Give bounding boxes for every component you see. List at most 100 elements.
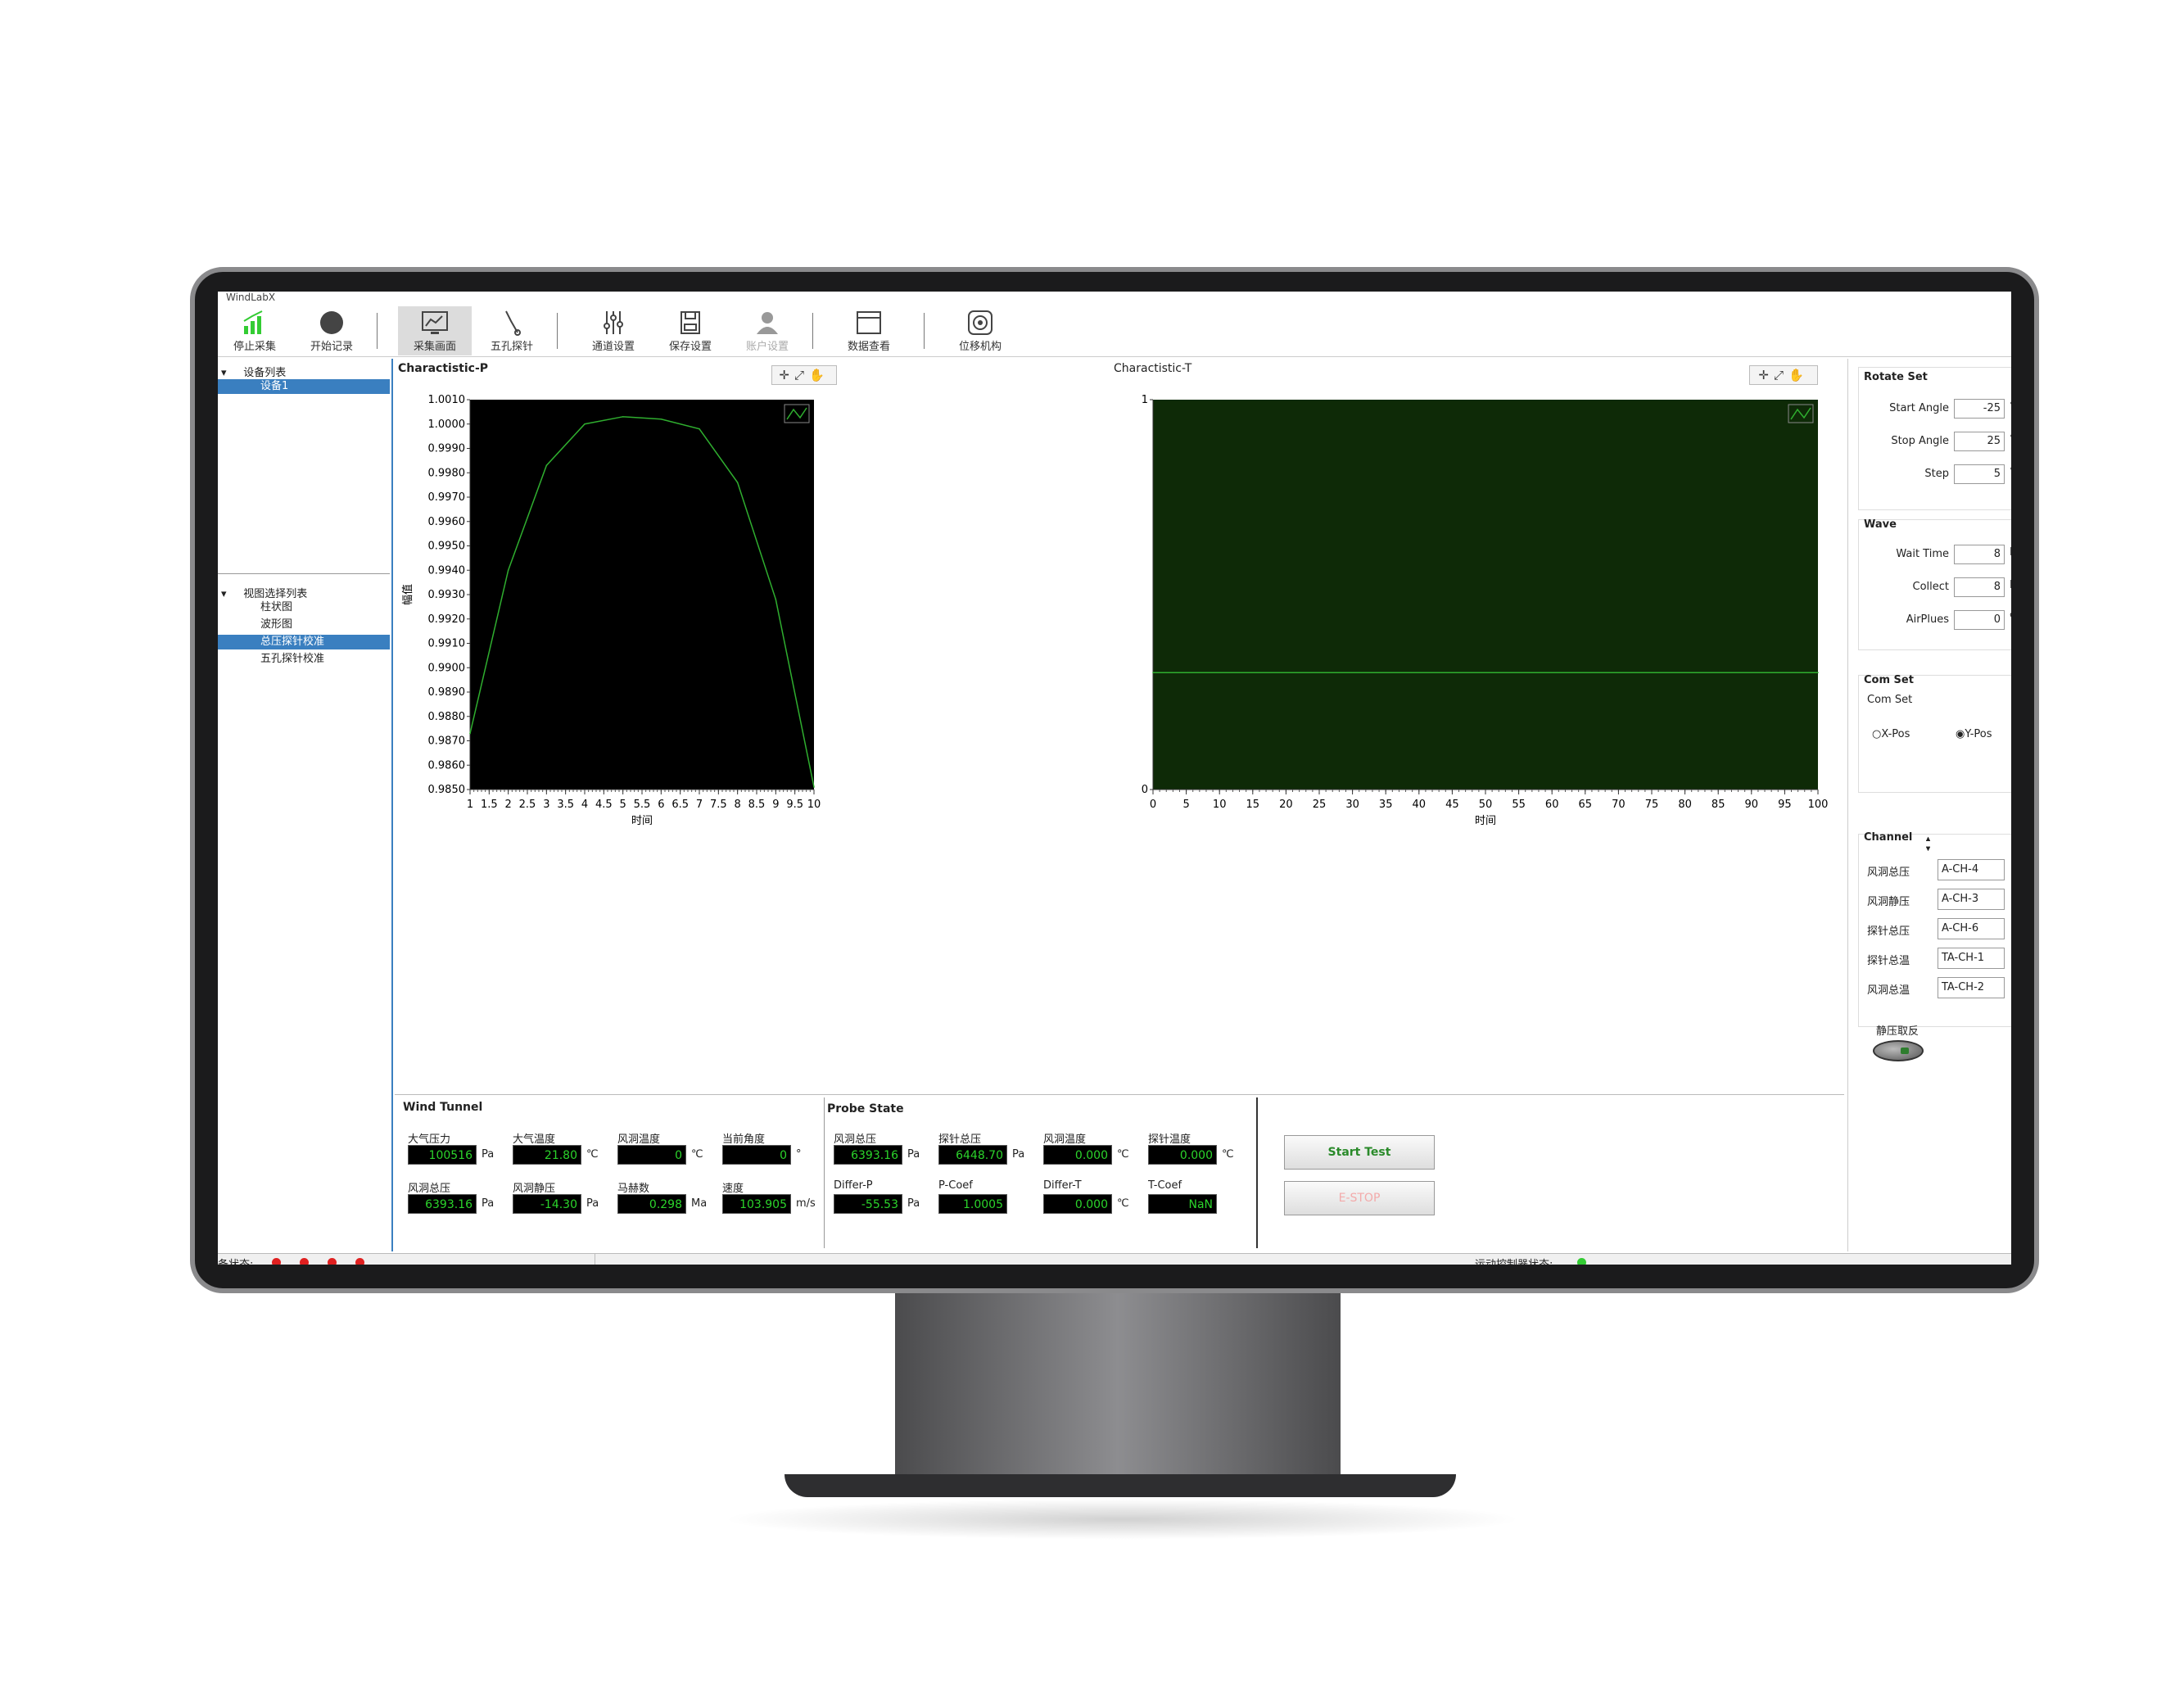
status-bar: 备状态: 运动控制器状态:: [218, 1253, 2011, 1265]
rotate-set-unit: °: [2010, 433, 2011, 446]
data-point: [584, 423, 586, 425]
y-tick-label: 1.0000: [428, 419, 466, 431]
view-item-total-pressure-probe[interactable]: 总压探针校准: [218, 635, 390, 649]
save-settings-button[interactable]: 保存设置: [653, 306, 727, 355]
status-dot-red: [272, 1258, 281, 1265]
rotate-set-label: Stop Angle: [1891, 435, 1949, 447]
probe-state-field-value: NaN: [1148, 1194, 1217, 1214]
channel-group: Channel 风洞总压 ▴ ▾ A-CH-4 风洞静压 ▴ ▾ A-CH-3 探针总压 ▴ …: [1858, 831, 2011, 1027]
wind-tunnel-field-label: 风洞温度: [617, 1134, 661, 1146]
x-tick-label: 50: [1479, 799, 1493, 811]
right-settings-panel: Rotate Set Start Angle -25 ° Stop Angle 25 ° S…: [1847, 359, 2011, 1251]
wind-tunnel-field-unit: °: [796, 1148, 802, 1161]
chart-t-area: Charactistic-T ✛⤢✋ 0 1 0 5 10 15 20 25 30 35 40 45 5…: [1110, 359, 1831, 891]
wave-label: Collect: [1912, 581, 1950, 593]
monitor-shadow: [721, 1499, 1523, 1540]
data-point: [545, 464, 548, 467]
probe-state-field-unit: ℃: [1117, 1197, 1129, 1210]
acquisition-view-button[interactable]: 采集画面: [398, 306, 472, 355]
view-item-bar[interactable]: 柱状图: [218, 600, 390, 615]
stop-acquisition-button[interactable]: 停止采集: [218, 306, 292, 355]
window-icon: [855, 310, 883, 336]
data-view-button[interactable]: 数据查看: [832, 306, 906, 355]
channel-label: 风洞静压: [1867, 896, 1910, 908]
status-dot-red: [355, 1258, 364, 1265]
wind-tunnel-field-unit: Pa: [482, 1148, 495, 1161]
rotate-set-input[interactable]: 5: [1954, 464, 2005, 484]
x-pos-label: X-Pos: [1881, 728, 1910, 740]
y-tick-label: 0.9880: [428, 711, 466, 723]
wind-tunnel-field-label: 大气压力: [408, 1134, 451, 1146]
wind-tunnel-field-label: 马赫数: [617, 1183, 650, 1195]
x-tick-label: 9.5: [786, 799, 803, 811]
channel-select[interactable]: A-CH-4: [1938, 859, 2005, 880]
channel-select[interactable]: TA-CH-2: [1938, 977, 2005, 998]
channel-select[interactable]: A-CH-6: [1938, 918, 2005, 939]
probe-state-field-label: T-Coef: [1148, 1179, 1182, 1192]
x-pos-radio[interactable]: ○X-Pos: [1872, 728, 1910, 740]
probe-state-field-unit: Pa: [907, 1148, 920, 1161]
rotate-set-unit: °: [2010, 466, 2011, 478]
x-axis-label: 时间: [1475, 815, 1496, 827]
chart-p-svg: 0.9850 0.9860 0.9870 0.9880 0.9890 0.9900 0.99…: [401, 394, 821, 827]
wave-label: Wait Time: [1896, 548, 1949, 560]
rotate-set-label: Step: [1924, 468, 1949, 480]
probe-state-panel: Probe State 风洞总压 6393.16 Pa 探针总压 6448.70 Pa 风洞…: [825, 1097, 1251, 1248]
rotate-set-input[interactable]: -25: [1954, 399, 2005, 419]
five-hole-probe-button[interactable]: 五孔探针: [475, 306, 549, 355]
y-tick-label: 0.9890: [428, 686, 466, 699]
channel-label: 探针总温: [1867, 955, 1910, 967]
start-record-button[interactable]: 开始记录: [295, 306, 369, 355]
left-sidebar: ▾ 设备列表 设备1 ▾ 视图选择列表 柱状图 波形图 总压探针校准 五孔探针校…: [218, 359, 393, 1251]
probe-state-field-unit: Pa: [1012, 1148, 1025, 1161]
wind-tunnel-panel: Wind Tunnel 大气压力 100516 Pa 大气温度 21.80 ℃ 风洞温度 0 ℃…: [400, 1097, 825, 1248]
wind-tunnel-field-value: -14.30: [513, 1194, 581, 1214]
channel-settings-button[interactable]: 通道设置: [577, 306, 650, 355]
y-pos-radio[interactable]: ◉Y-Pos: [1956, 728, 1992, 740]
device-item[interactable]: 设备1: [218, 379, 390, 394]
probe-state-field-value: 0.000: [1043, 1194, 1112, 1214]
static-invert-toggle[interactable]: [1873, 1040, 1924, 1061]
wave-group: Wave Wait Time 8 Nu Collect 8 Nu AirPlues 0%: [1858, 518, 2011, 650]
probe-state-field-label: 风洞温度: [1043, 1134, 1087, 1146]
start-test-button[interactable]: Start Test: [1284, 1135, 1435, 1170]
toolbar-label: 位移机构: [958, 341, 1002, 353]
device-tree-header[interactable]: ▾ 设备列表: [218, 364, 286, 379]
probe-state-field-unit: Pa: [907, 1197, 920, 1210]
y-tick-label: 0.9860: [428, 759, 466, 772]
x-tick-label: 7.5: [710, 799, 727, 811]
wind-tunnel-field-unit: ℃: [691, 1148, 703, 1161]
wave-input[interactable]: 8: [1954, 545, 2005, 564]
rotate-set-input[interactable]: 25: [1954, 432, 2005, 451]
wind-tunnel-title: Wind Tunnel: [403, 1101, 483, 1114]
y-pos-label: Y-Pos: [1965, 728, 1992, 740]
wave-input[interactable]: 0: [1954, 610, 2005, 630]
x-tick-label: 95: [1778, 799, 1792, 811]
data-point: [813, 786, 815, 788]
x-tick-label: 40: [1413, 799, 1427, 811]
probe-state-field-unit: ℃: [1222, 1148, 1234, 1161]
target-icon: [966, 310, 994, 336]
data-point: [736, 482, 739, 483]
view-tree-header[interactable]: ▾ 视图选择列表: [218, 585, 307, 600]
y-axis-label: 幅值: [401, 584, 414, 605]
x-tick-label: 100: [1808, 799, 1829, 811]
channel-spinner[interactable]: ▴ ▾: [1926, 835, 1930, 854]
data-point: [660, 419, 662, 420]
estop-button[interactable]: E-STOP: [1284, 1181, 1435, 1215]
plot-area: [470, 400, 814, 790]
x-tick-label: 10: [807, 799, 821, 811]
account-settings-button[interactable]: 账户设置: [730, 306, 804, 355]
wind-tunnel-field-value: 21.80: [513, 1145, 581, 1165]
wave-unit: %: [2010, 612, 2011, 624]
status-dot-red: [300, 1258, 309, 1265]
channel-select[interactable]: A-CH-3: [1938, 889, 2005, 910]
plot-area: [1153, 400, 1818, 790]
wave-input[interactable]: 8: [1954, 577, 2005, 597]
displacement-mechanism-button[interactable]: 位移机构: [943, 306, 1017, 355]
view-item-five-hole-probe[interactable]: 五孔探针校准: [218, 652, 390, 667]
probe-state-field-label: 风洞总压: [834, 1134, 877, 1146]
wave-title: Wave: [1864, 518, 1897, 531]
view-item-waveform[interactable]: 波形图: [218, 618, 390, 632]
channel-select[interactable]: TA-CH-1: [1938, 948, 2005, 969]
